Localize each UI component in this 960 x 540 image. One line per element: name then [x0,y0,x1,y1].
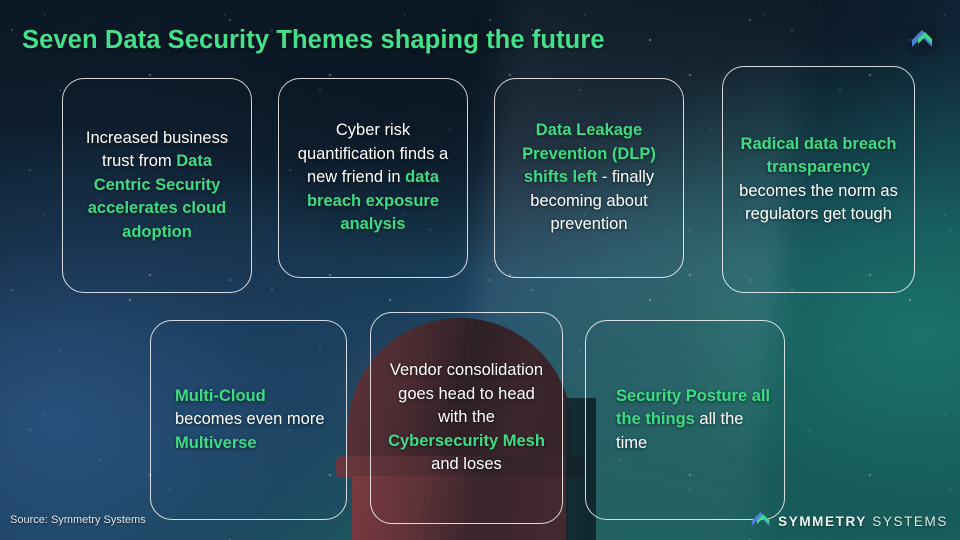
card6-seg-0: Vendor consolidation goes head to head w… [389,361,544,427]
card4-seg-0: Radical data breach transparency [740,134,897,177]
theme-card-security-posture[interactable]: Security Posture all the things all the … [585,320,785,520]
theme-card-increased-business-trust[interactable]: Increased business trust from Data Centr… [62,78,252,293]
theme-card-text: Security Posture all the things all the … [598,385,772,455]
theme-card-text: Data Leakage Prevention (DLP) shifts lef… [507,119,671,236]
logo-name-bold: SYMMETRY [778,513,867,529]
theme-card-text: Vendor consolidation goes head to head w… [383,359,550,476]
page-title: Seven Data Security Themes shaping the f… [22,26,605,54]
card6-seg-1: Cybersecurity Mesh [388,431,545,450]
logo-name-light: SYSTEMS [866,513,948,529]
card7-seg-0: Security Posture all the things [616,386,771,429]
slide-canvas: Seven Data Security Themes shaping the f… [0,0,960,540]
theme-card-data-leakage-prevention[interactable]: Data Leakage Prevention (DLP) shifts lef… [494,78,684,278]
chevron-stack-badge-icon [906,22,938,56]
logo-wordmark: SYMMETRY SYSTEMS [778,514,948,529]
theme-card-text: Increased business trust from Data Centr… [75,127,239,244]
chevron-stack-icon [750,509,771,534]
theme-card-radical-breach-transparency[interactable]: Radical data breach transparency becomes… [722,66,915,293]
card5-seg-0: Multi-Cloud [175,386,266,405]
source-attribution: Source: Symmetry Systems [10,514,146,526]
symmetry-systems-logo: SYMMETRY SYSTEMS [750,510,948,532]
theme-card-text: Cyber risk quantification finds a new fr… [291,119,455,236]
theme-card-vendor-consolidation[interactable]: Vendor consolidation goes head to head w… [370,312,563,524]
theme-card-multi-cloud-multiverse[interactable]: Multi-Cloud becomes even more Multiverse [150,320,347,520]
theme-card-text: Multi-Cloud becomes even more Multiverse [163,385,334,455]
theme-card-text: Radical data breach transparency becomes… [735,133,902,227]
card5-seg-2: Multiverse [175,433,257,452]
theme-card-cyber-risk-quantification[interactable]: Cyber risk quantification finds a new fr… [278,78,468,278]
card5-seg-1: becomes even more [175,410,325,429]
card4-seg-1: becomes the norm as regulators get tough [739,181,898,223]
card6-seg-2: and loses [431,455,502,474]
